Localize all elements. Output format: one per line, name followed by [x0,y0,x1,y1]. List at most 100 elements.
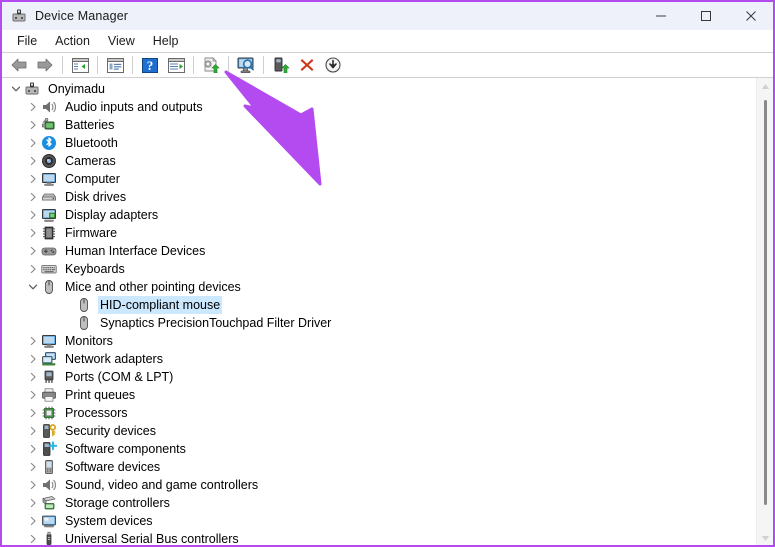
scan-for-hardware-changes-button[interactable] [234,54,258,76]
tree-item[interactable]: System devices [2,512,756,530]
chevron-right-icon[interactable] [25,242,41,260]
tree-item[interactable]: Computer [2,170,756,188]
disk-drive-icon [41,189,57,205]
chevron-right-icon[interactable] [25,224,41,242]
security-key-icon [41,423,57,439]
tree-item-label: Network adapters [65,352,163,366]
scroll-up-arrow[interactable] [757,78,773,95]
show-hide-console-tree-button[interactable] [68,54,92,76]
menu-file[interactable]: File [8,32,46,50]
tree-item-label: Processors [65,406,128,420]
camera-icon [41,153,57,169]
chevron-down-icon[interactable] [8,80,24,98]
tree-item-label: Computer [65,172,120,186]
tree-item[interactable]: Firmware [2,224,756,242]
tree-item[interactable]: Mice and other pointing devices [2,278,756,296]
tree-item[interactable]: Universal Serial Bus controllers [2,530,756,545]
tree-item[interactable]: Storage controllers [2,494,756,512]
chevron-right-icon[interactable] [25,494,41,512]
chevron-right-icon[interactable] [25,422,41,440]
disable-device-button[interactable] [321,54,345,76]
chevron-right-icon[interactable] [25,458,41,476]
tree-item[interactable]: Audio inputs and outputs [2,98,756,116]
tree-item-label: Display adapters [65,208,159,222]
chevron-right-icon[interactable] [25,368,41,386]
minimize-button[interactable] [638,2,683,30]
tree-item[interactable]: Security devices [2,422,756,440]
menu-bar: File Action View Help [2,30,773,52]
gamepad-icon [41,243,57,259]
tree-item[interactable]: Software components [2,440,756,458]
tree-item[interactable]: Disk drives [2,188,756,206]
tree-item[interactable]: HID-compliant mouse [2,296,756,314]
tree-item[interactable]: Batteries [2,116,756,134]
separator-6 [263,56,264,74]
tree-item-label: Synaptics PrecisionTouchpad Filter Drive… [100,316,332,330]
chevron-right-icon[interactable] [25,404,41,422]
tree-item-label: Human Interface Devices [65,244,206,258]
show-hide-action-pane-button[interactable] [164,54,188,76]
usb-icon [41,531,57,545]
chevron-right-icon[interactable] [25,152,41,170]
chevron-right-icon[interactable] [25,188,41,206]
tree-item-label: System devices [65,514,153,528]
device-manager-window: Device Manager File Action View Help ? O… [0,0,775,547]
chevron-right-icon[interactable] [25,116,41,134]
scrollbar-thumb[interactable] [764,100,767,505]
chevron-right-icon[interactable] [25,440,41,458]
tree-item[interactable]: Network adapters [2,350,756,368]
update-driver-button[interactable] [199,54,223,76]
back-button[interactable] [7,54,31,76]
device-tree[interactable]: Onyimadu Audio inputs and outputs Batterie… [2,78,756,545]
help-button[interactable]: ? [138,54,162,76]
enable-device-button[interactable] [269,54,293,76]
tree-item[interactable]: Onyimadu [2,80,756,98]
bluetooth-icon [41,135,57,151]
battery-icon [41,117,57,133]
chevron-down-icon[interactable] [25,278,41,296]
chevron-right-icon[interactable] [25,134,41,152]
tree-item[interactable]: Sound, video and game controllers [2,476,756,494]
tree-item[interactable]: Synaptics PrecisionTouchpad Filter Drive… [2,314,756,332]
tree-item[interactable]: Bluetooth [2,134,756,152]
tree-item[interactable]: Keyboards [2,260,756,278]
menu-action[interactable]: Action [46,32,99,50]
chevron-right-icon[interactable] [25,350,41,368]
tree-item-label: Sound, video and game controllers [65,478,259,492]
close-button[interactable] [728,2,773,30]
chevron-right-icon[interactable] [25,512,41,530]
title-bar: Device Manager [2,2,773,30]
chevron-right-icon[interactable] [25,386,41,404]
chevron-right-icon[interactable] [25,206,41,224]
tree-item[interactable]: Display adapters [2,206,756,224]
printer-icon [41,387,57,403]
properties-button[interactable] [103,54,127,76]
tree-item[interactable]: Processors [2,404,756,422]
scroll-down-arrow[interactable] [757,530,773,545]
maximize-button[interactable] [683,2,728,30]
chevron-right-icon[interactable] [25,332,41,350]
tree-item[interactable]: Human Interface Devices [2,242,756,260]
menu-help[interactable]: Help [144,32,188,50]
chevron-right-icon[interactable] [25,260,41,278]
forward-button[interactable] [33,54,57,76]
tree-item-label: Onyimadu [48,82,105,96]
vertical-scrollbar[interactable] [756,78,773,545]
uninstall-device-button[interactable] [295,54,319,76]
tree-item-label: Keyboards [65,262,125,276]
svg-text:?: ? [147,58,154,73]
speaker-icon [41,99,57,115]
menu-view[interactable]: View [99,32,144,50]
window-controls [638,2,773,30]
chevron-right-icon[interactable] [25,170,41,188]
tree-item[interactable]: Cameras [2,152,756,170]
speaker-icon [41,477,57,493]
monitor-icon [41,171,57,187]
chevron-right-icon[interactable] [25,530,41,545]
chevron-right-icon[interactable] [25,476,41,494]
tree-item[interactable]: Software devices [2,458,756,476]
tree-item[interactable]: Ports (COM & LPT) [2,368,756,386]
tree-item[interactable]: Monitors [2,332,756,350]
tree-item[interactable]: Print queues [2,386,756,404]
chevron-right-icon[interactable] [25,98,41,116]
